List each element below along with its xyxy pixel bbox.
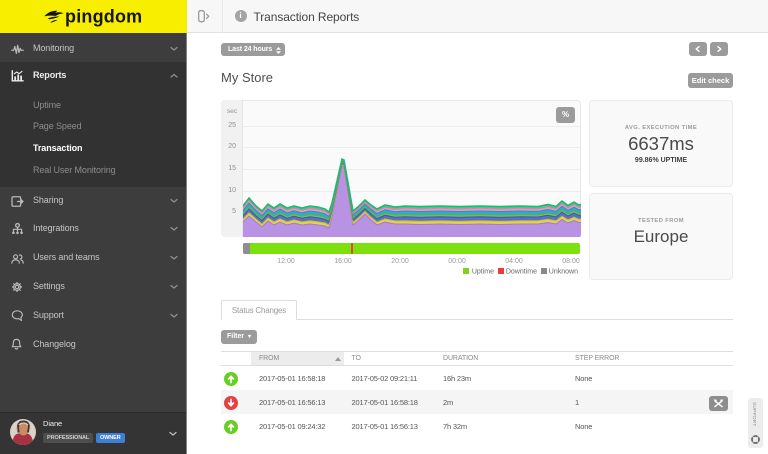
svg-text:pingdom: pingdom (65, 7, 142, 27)
